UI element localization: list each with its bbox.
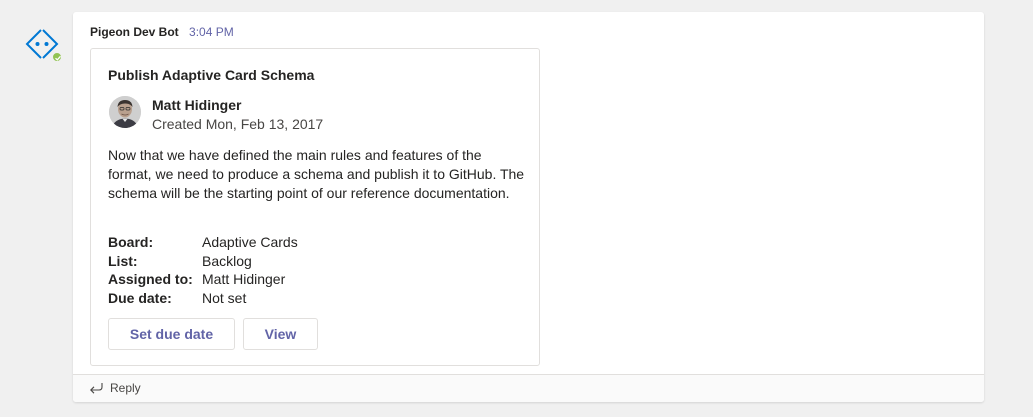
sender-name[interactable]: Pigeon Dev Bot xyxy=(90,25,179,39)
message-header: Pigeon Dev Bot 3:04 PM xyxy=(90,25,234,39)
set-due-date-button[interactable]: Set due date xyxy=(108,318,235,350)
fact-value: Matt Hidinger xyxy=(202,271,286,287)
fact-label: Assigned to: xyxy=(108,271,193,287)
fact-row-due-date: Due date: Not set xyxy=(108,289,298,308)
fact-row-list: List: Backlog xyxy=(108,252,298,271)
fact-row-assigned: Assigned to: Matt Hidinger xyxy=(108,270,298,289)
fact-value: Backlog xyxy=(202,252,252,269)
reply-arrow-icon xyxy=(90,383,103,394)
avatar xyxy=(109,96,141,128)
card-description: Now that we have defined the main rules … xyxy=(108,147,525,201)
fact-label: List: xyxy=(108,252,138,269)
fact-label: Due date: xyxy=(108,289,172,306)
fact-set: Board: Adaptive Cards List: Backlog Assi… xyxy=(108,233,298,307)
fact-label: Board: xyxy=(108,234,154,250)
reply-label: Reply xyxy=(110,381,141,395)
reply-bar: Reply xyxy=(73,374,984,402)
person-photo-icon xyxy=(109,96,141,128)
fact-value: Adaptive Cards xyxy=(202,234,298,250)
person-name: Matt Hidinger xyxy=(152,97,242,113)
presence-available-icon xyxy=(51,51,63,63)
chat-page: Pigeon Dev Bot 3:04 PM Publish Adaptive … xyxy=(0,0,1033,417)
message-container: Pigeon Dev Bot 3:04 PM Publish Adaptive … xyxy=(73,12,984,402)
view-button[interactable]: View xyxy=(243,318,318,350)
adaptive-card: Publish Adaptive Card Schema Matt Hiding… xyxy=(90,48,540,366)
card-title: Publish Adaptive Card Schema xyxy=(108,67,315,83)
message-timestamp: 3:04 PM xyxy=(189,25,234,39)
fact-value: Not set xyxy=(202,289,247,306)
fact-row-board: Board: Adaptive Cards xyxy=(108,233,298,252)
created-date: Created Mon, Feb 13, 2017 xyxy=(152,116,324,132)
reply-button[interactable]: Reply xyxy=(88,381,141,395)
